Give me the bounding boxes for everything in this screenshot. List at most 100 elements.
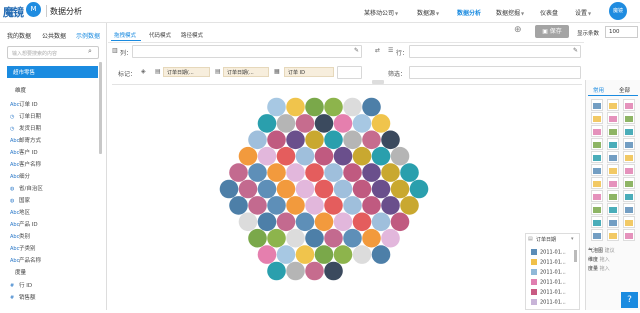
bubble[interactable] bbox=[371, 114, 391, 133]
bubble[interactable] bbox=[343, 228, 362, 248]
chart-type-icon[interactable] bbox=[607, 151, 619, 163]
chart-type-icon[interactable] bbox=[591, 125, 603, 137]
chart-type-icon[interactable] bbox=[623, 164, 635, 176]
chart-type-icon[interactable] bbox=[623, 151, 635, 163]
nav-settings[interactable]: 设置▼ bbox=[575, 8, 591, 17]
bubble[interactable] bbox=[352, 212, 372, 232]
chevron-down-icon[interactable]: ▾ bbox=[571, 236, 574, 242]
chart-type-icon[interactable] bbox=[623, 190, 635, 202]
save-button[interactable]: ▣ 保存 bbox=[535, 25, 569, 38]
bubble[interactable] bbox=[333, 245, 353, 264]
chart-type-icon[interactable] bbox=[623, 216, 635, 228]
chart-type-icon[interactable] bbox=[591, 177, 603, 189]
marks-pill-order-id[interactable]: 订单 ID bbox=[284, 67, 334, 77]
bubble[interactable] bbox=[324, 163, 343, 182]
bubble[interactable] bbox=[305, 130, 324, 150]
bubble[interactable] bbox=[343, 196, 362, 215]
bubble[interactable] bbox=[257, 212, 277, 232]
legend-item[interactable]: 2011-01... bbox=[531, 289, 566, 296]
bubble[interactable] bbox=[381, 130, 400, 150]
bubble[interactable] bbox=[352, 146, 372, 166]
field-item[interactable]: Abc邮寄方式 bbox=[10, 136, 41, 144]
bubble[interactable] bbox=[324, 261, 343, 281]
chart-type-icon[interactable] bbox=[591, 151, 603, 163]
bubble[interactable] bbox=[276, 245, 296, 264]
bubble[interactable] bbox=[343, 163, 362, 182]
field-item[interactable]: Abc客户 ID bbox=[10, 148, 38, 156]
columns-shelf[interactable] bbox=[132, 45, 362, 58]
chart-type-icon[interactable] bbox=[607, 190, 619, 202]
search-icon[interactable]: ⌕ bbox=[88, 47, 92, 56]
bubble[interactable] bbox=[305, 97, 324, 117]
tab-my-data[interactable]: 我的数据 bbox=[7, 31, 31, 40]
zoom-in-icon[interactable]: ⊕ bbox=[514, 25, 522, 35]
detail-marks-icon[interactable]: ▦ bbox=[274, 68, 280, 75]
help-button[interactable]: ? bbox=[621, 292, 638, 308]
bubble[interactable] bbox=[409, 179, 429, 199]
field-item[interactable]: ◍ 国家 bbox=[10, 196, 30, 204]
user-avatar[interactable]: 魔镜 bbox=[609, 2, 627, 20]
bubble[interactable] bbox=[238, 179, 258, 199]
bubble[interactable] bbox=[257, 146, 277, 166]
bubble[interactable] bbox=[276, 114, 296, 133]
bubble[interactable] bbox=[314, 146, 334, 166]
bubble[interactable] bbox=[362, 196, 381, 215]
bubble[interactable] bbox=[324, 228, 343, 248]
field-item[interactable]: Abc产品 ID bbox=[10, 220, 38, 228]
chart-type-icon[interactable] bbox=[607, 125, 619, 137]
bubble[interactable] bbox=[248, 163, 267, 182]
bubble[interactable] bbox=[229, 196, 248, 215]
bubble[interactable] bbox=[390, 146, 410, 166]
bubble[interactable] bbox=[286, 97, 305, 117]
bubble[interactable] bbox=[333, 179, 353, 199]
bubble[interactable] bbox=[276, 179, 296, 199]
field-item[interactable]: ◷ 发货日期 bbox=[10, 124, 41, 132]
bubble[interactable] bbox=[295, 179, 315, 199]
field-search-input[interactable]: 输入想要搜索的内容 bbox=[7, 46, 99, 59]
chart-type-icon[interactable] bbox=[623, 99, 635, 111]
chart-type-icon[interactable] bbox=[607, 99, 619, 111]
bubble[interactable] bbox=[314, 212, 334, 232]
legend-scrollbar[interactable] bbox=[574, 250, 577, 262]
tooltip-marks-icon[interactable]: ▤ bbox=[155, 68, 161, 75]
tab-public-data[interactable]: 公共数据 bbox=[42, 31, 66, 40]
nav-analysis[interactable]: 数据分析 bbox=[457, 8, 481, 17]
field-item[interactable]: ◍ 省/自治区 bbox=[10, 184, 43, 192]
bubble[interactable] bbox=[219, 179, 239, 199]
chart-type-icon[interactable] bbox=[591, 216, 603, 228]
bubble[interactable] bbox=[276, 212, 296, 232]
marks-pill-order-date[interactable]: 订单日期(... bbox=[163, 67, 210, 77]
marks-shelf-rest[interactable] bbox=[337, 66, 362, 79]
bubble[interactable] bbox=[305, 196, 324, 215]
field-item[interactable]: Abc订单 ID bbox=[10, 100, 38, 108]
bubble[interactable] bbox=[238, 212, 258, 232]
chart-type-icon[interactable] bbox=[623, 138, 635, 150]
nav-datasource[interactable]: 数据源▼ bbox=[417, 8, 439, 17]
tab-common[interactable]: 常用 bbox=[593, 86, 604, 94]
chart-type-icon[interactable] bbox=[623, 203, 635, 215]
bubble[interactable] bbox=[324, 97, 343, 117]
bubble[interactable] bbox=[305, 228, 324, 248]
tab-sample-data[interactable]: 示例数据 bbox=[76, 31, 100, 40]
rows-count-input[interactable]: 100 bbox=[605, 26, 638, 38]
field-item[interactable]: ◷ 订单日期 bbox=[10, 112, 41, 120]
bubble[interactable] bbox=[267, 130, 286, 150]
filter-shelf[interactable] bbox=[409, 66, 581, 79]
bubble[interactable] bbox=[352, 245, 372, 264]
bubble[interactable] bbox=[248, 130, 267, 150]
bubble[interactable] bbox=[276, 146, 296, 166]
bubble[interactable] bbox=[400, 163, 419, 182]
swap-icon[interactable]: ⇄ bbox=[375, 47, 380, 54]
bubble[interactable] bbox=[267, 261, 286, 281]
bubble[interactable] bbox=[286, 130, 305, 150]
bubble[interactable] bbox=[362, 97, 381, 117]
field-item[interactable]: # 行 ID bbox=[10, 281, 32, 289]
label-marks-icon[interactable]: ▤ bbox=[215, 68, 221, 75]
bubble[interactable] bbox=[324, 130, 343, 150]
chart-type-icon[interactable] bbox=[591, 229, 603, 241]
nav-company[interactable]: 某移动公司▼ bbox=[364, 8, 398, 17]
field-item[interactable]: Abc子类别 bbox=[10, 244, 36, 252]
chart-type-icon[interactable] bbox=[591, 203, 603, 215]
bubble[interactable] bbox=[286, 228, 305, 248]
bubble[interactable] bbox=[400, 196, 419, 215]
